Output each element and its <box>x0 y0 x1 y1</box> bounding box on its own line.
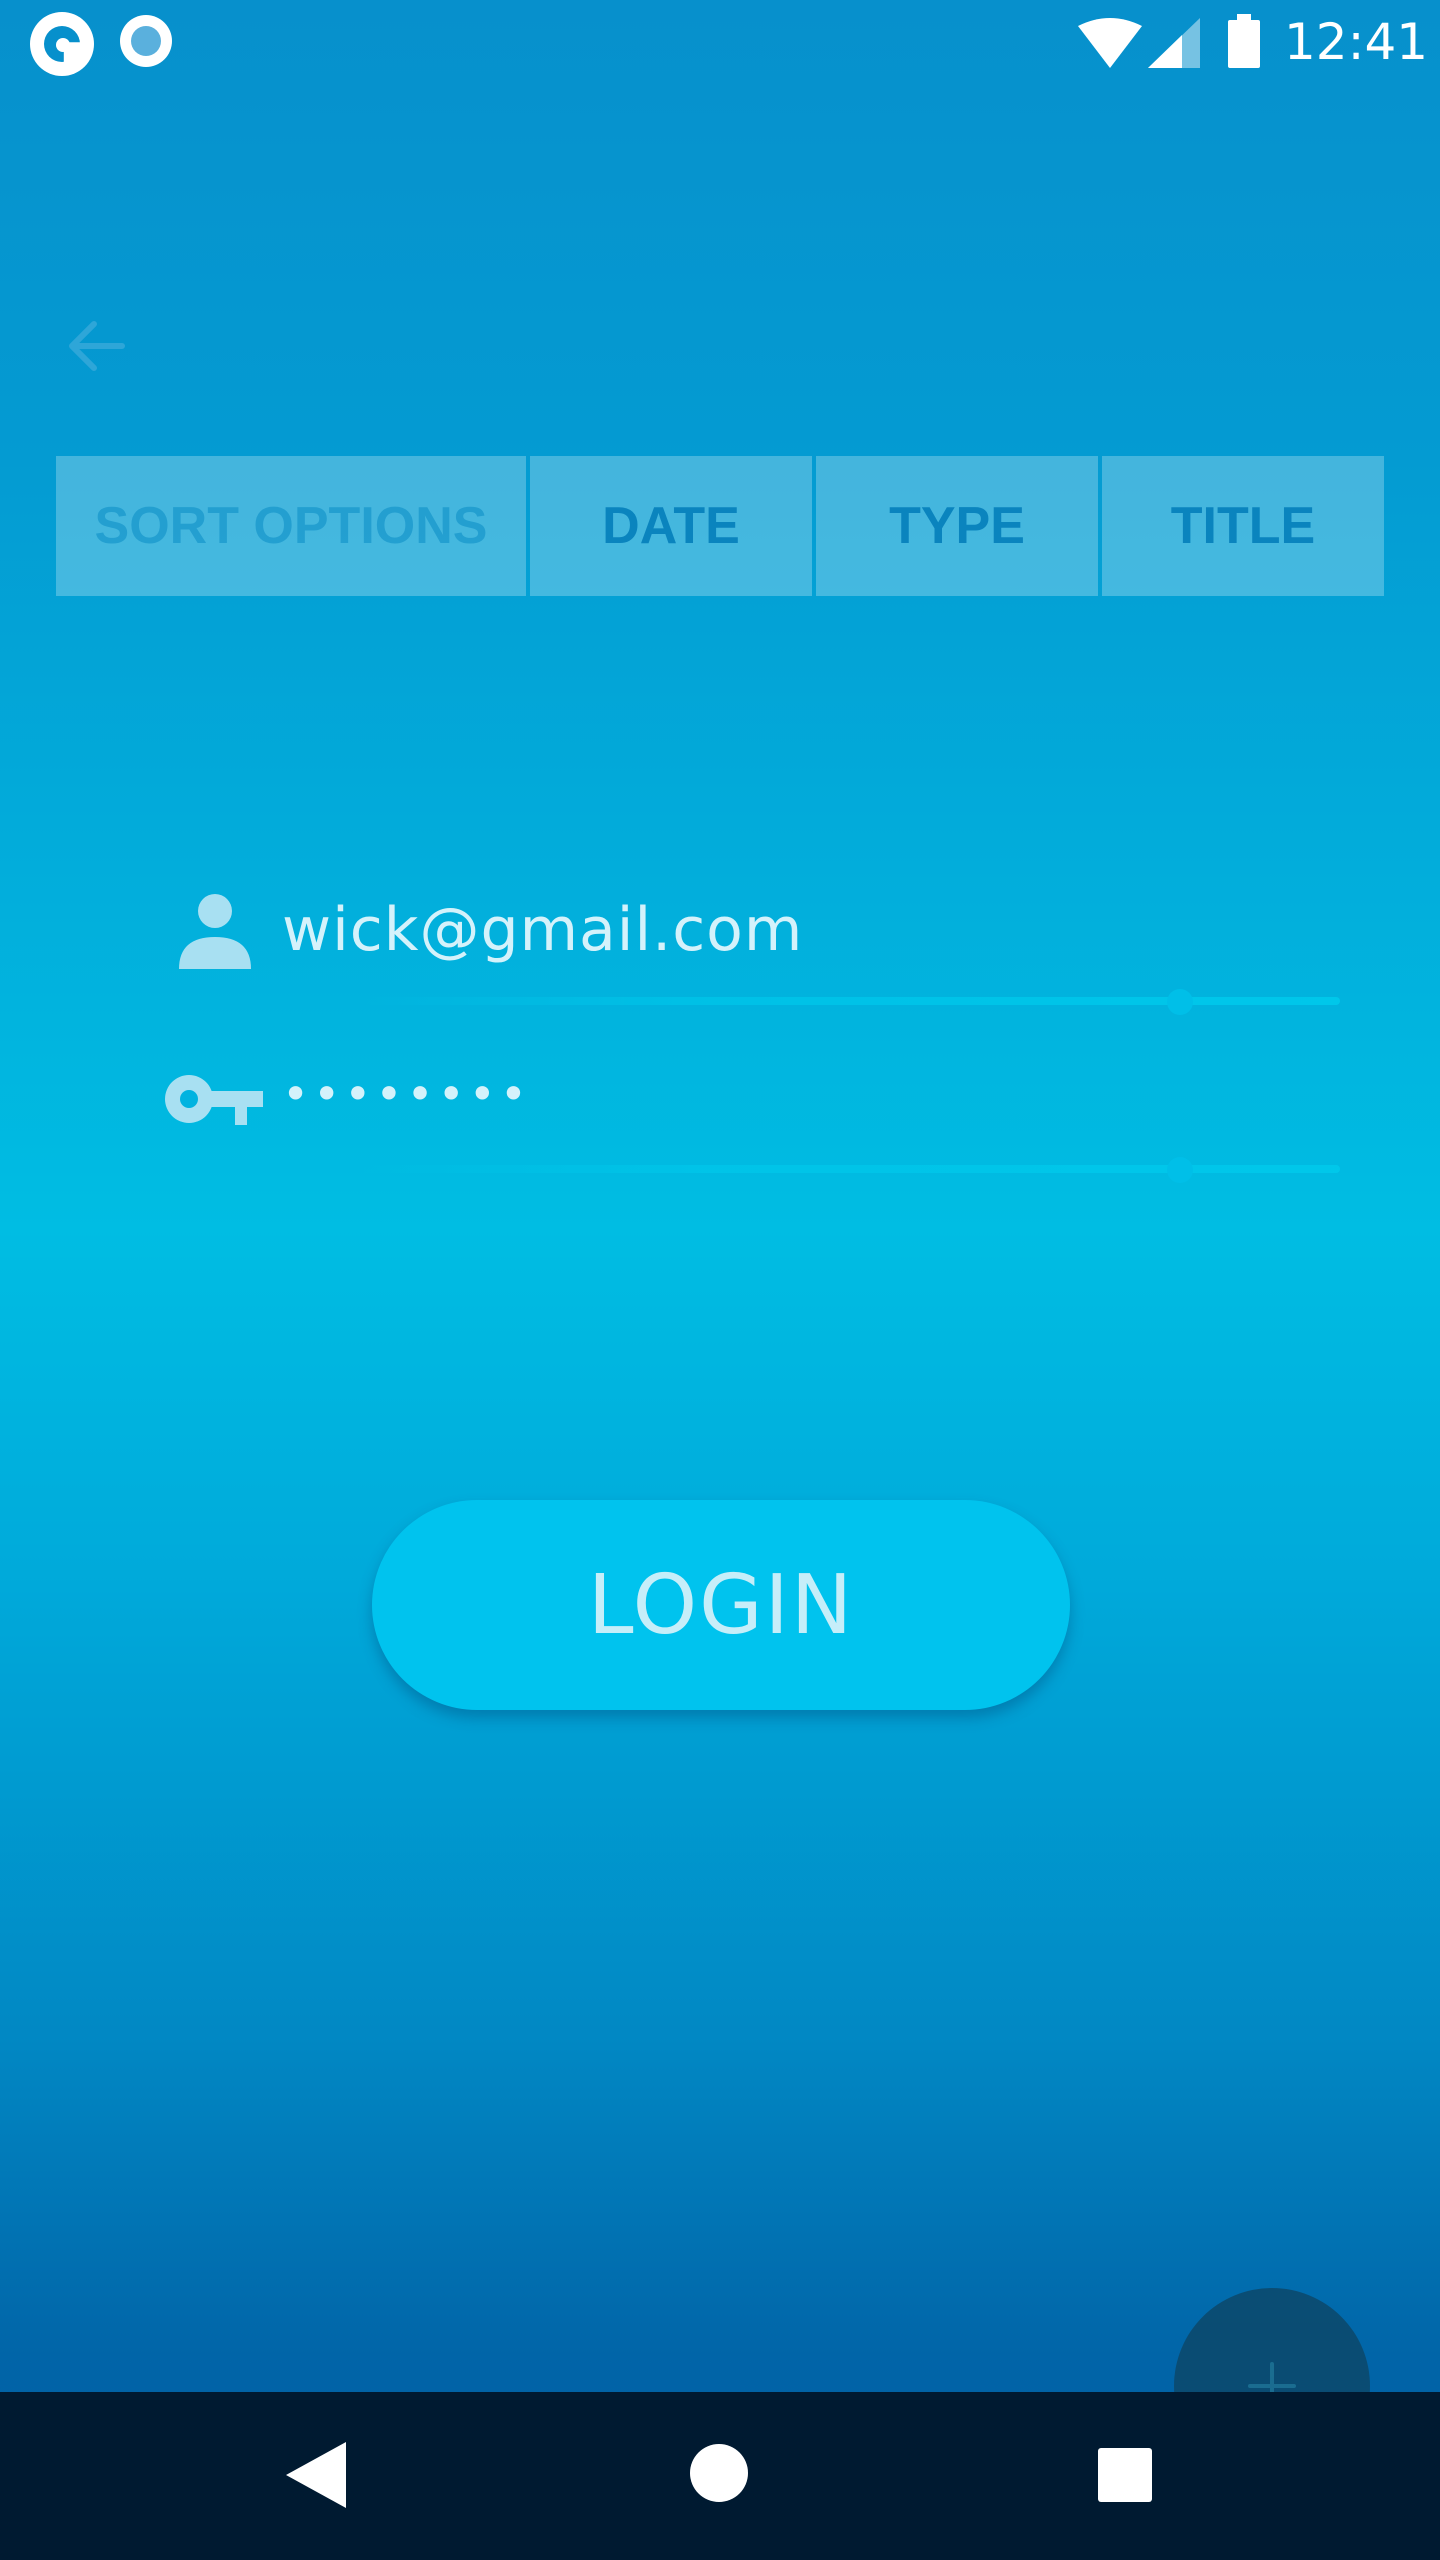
key-icon <box>160 1054 270 1144</box>
email-value[interactable]: wick@gmail.com <box>282 890 803 970</box>
sort-options-label: SORT OPTIONS <box>56 456 526 596</box>
email-field[interactable]: wick@gmail.com <box>160 868 1340 1015</box>
nav-home-icon[interactable] <box>690 2444 748 2502</box>
app-notification-icon <box>30 12 94 76</box>
wifi-icon <box>1078 18 1142 68</box>
signal-icon <box>1148 18 1200 68</box>
status-bar: 12:41 <box>0 0 1440 84</box>
password-value[interactable]: •••••••• <box>282 1054 531 1134</box>
email-underline-handle <box>1167 989 1193 1015</box>
login-button[interactable]: LOGIN <box>372 1500 1070 1710</box>
arrow-left-icon <box>69 321 125 371</box>
password-field[interactable]: •••••••• <box>160 1036 1340 1183</box>
back-button[interactable] <box>60 310 132 382</box>
sort-type-button[interactable]: TYPE <box>816 456 1098 596</box>
password-underline <box>360 1165 1340 1173</box>
person-icon <box>160 886 270 976</box>
nav-back-icon[interactable] <box>286 2442 346 2508</box>
record-icon <box>120 15 172 67</box>
nav-recents-icon[interactable] <box>1098 2448 1152 2502</box>
sort-title-button[interactable]: TITLE <box>1102 456 1384 596</box>
sort-options-bar: SORT OPTIONS DATE TYPE TITLE <box>56 456 1384 596</box>
password-underline-handle <box>1167 1157 1193 1183</box>
email-underline <box>360 997 1340 1005</box>
status-time: 12:41 <box>1284 13 1429 71</box>
sort-date-button[interactable]: DATE <box>530 456 812 596</box>
navigation-bar <box>0 2392 1440 2560</box>
battery-icon <box>1228 14 1260 68</box>
